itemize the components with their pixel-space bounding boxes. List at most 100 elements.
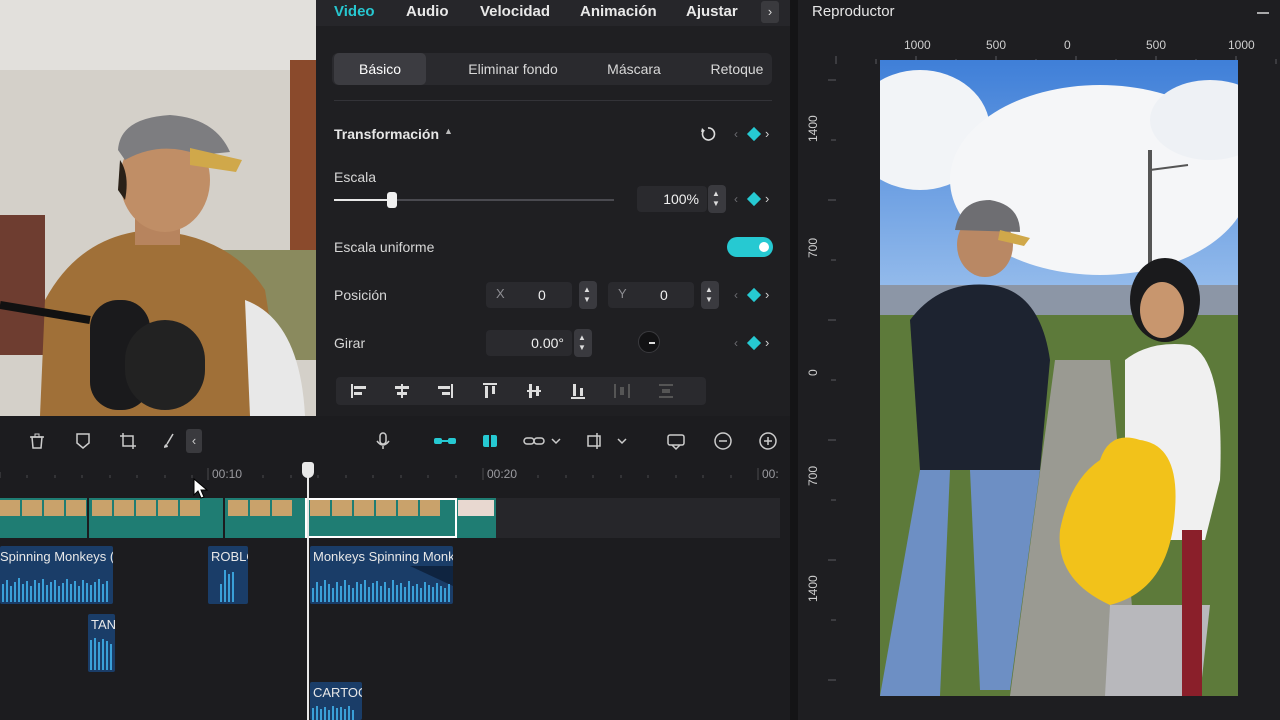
crop-icon[interactable] bbox=[117, 430, 139, 452]
position-x-field[interactable]: X 0 bbox=[486, 282, 572, 308]
align-top-icon[interactable] bbox=[468, 377, 512, 405]
align-bottom-icon[interactable] bbox=[556, 377, 600, 405]
align-left-icon[interactable] bbox=[336, 377, 380, 405]
main-track-magnet-icon[interactable] bbox=[432, 430, 458, 452]
tab-ajustar[interactable]: Ajustar bbox=[686, 3, 738, 20]
audio-clip[interactable]: ROBLO bbox=[208, 546, 248, 604]
webcam-overlay bbox=[0, 0, 316, 416]
subtab-mascara[interactable]: Máscara bbox=[590, 53, 678, 85]
tab-video[interactable]: Video bbox=[334, 3, 375, 20]
ruler-top-label: 1000 bbox=[904, 38, 931, 52]
audio-clip[interactable]: TAN bbox=[88, 614, 115, 672]
more-tabs-chevron-icon[interactable]: › bbox=[761, 1, 779, 23]
ruler-top-label: 1000 bbox=[1228, 38, 1255, 52]
ruler-left-label: 700 bbox=[806, 465, 820, 486]
position-y-label: Y bbox=[618, 286, 627, 301]
ruler-left-ticks bbox=[828, 79, 836, 681]
timeline-panel: ‹ 00:10 00:20 00: Spinning Monkeys (I RO… bbox=[0, 416, 790, 720]
tab-velocidad[interactable]: Velocidad bbox=[480, 3, 550, 20]
clip-label: ROBLO bbox=[211, 549, 248, 564]
subtitle-icon[interactable] bbox=[665, 430, 687, 452]
ruler-left-label: 700 bbox=[806, 237, 820, 258]
scale-slider[interactable] bbox=[334, 192, 614, 208]
preview-axis-icon[interactable] bbox=[586, 430, 628, 452]
collapse-triangle-icon[interactable]: ▲ bbox=[444, 126, 453, 136]
subtabs: Básico Eliminar fondo Máscara Retoque bbox=[332, 53, 772, 85]
timecode-label: 00:10 bbox=[212, 467, 243, 481]
distribute-v-icon[interactable] bbox=[644, 377, 688, 405]
scale-slider-fill bbox=[334, 199, 392, 201]
ruler-left-label: 0 bbox=[806, 369, 820, 376]
section-title-transformacion[interactable]: Transformación bbox=[334, 126, 439, 142]
position-y-value: 0 bbox=[660, 287, 668, 303]
timecode-label: 00: bbox=[762, 467, 779, 481]
scale-stepper[interactable]: ▲ ▼ bbox=[708, 185, 726, 213]
uniform-scale-toggle[interactable] bbox=[727, 237, 773, 257]
collapse-chevron-icon[interactable]: ‹ bbox=[186, 429, 202, 453]
microphone-icon[interactable] bbox=[372, 430, 394, 452]
position-x-stepper[interactable]: ▲ ▼ bbox=[579, 281, 597, 309]
keyframe-transform-icon[interactable]: ‹ › bbox=[734, 126, 774, 142]
reset-icon[interactable] bbox=[700, 126, 716, 142]
dial-tick bbox=[649, 342, 655, 344]
link-icon[interactable] bbox=[522, 430, 562, 452]
distribute-h-icon[interactable] bbox=[600, 377, 644, 405]
clip-label: Monkeys Spinning Monk bbox=[313, 549, 453, 564]
main-video-track[interactable] bbox=[0, 498, 780, 538]
position-y-stepper[interactable]: ▲ ▼ bbox=[701, 281, 719, 309]
timecode-label: 00:20 bbox=[487, 467, 518, 481]
time-ruler[interactable] bbox=[0, 466, 790, 480]
scale-slider-handle[interactable] bbox=[387, 192, 397, 208]
align-right-icon[interactable] bbox=[424, 377, 468, 405]
audio-clip[interactable]: Monkeys Spinning Monk bbox=[310, 546, 453, 604]
delete-icon[interactable] bbox=[26, 430, 48, 452]
auto-snap-icon[interactable] bbox=[477, 430, 503, 452]
rotate-dial[interactable] bbox=[638, 331, 660, 353]
tab-animacion[interactable]: Animación bbox=[580, 3, 657, 20]
audio-clip[interactable]: CARTOO bbox=[310, 682, 362, 720]
menu-icon[interactable] bbox=[1254, 4, 1272, 22]
align-center-v-icon[interactable] bbox=[512, 377, 556, 405]
clip-label: TAN bbox=[91, 617, 115, 632]
keyframe-scale-icon[interactable]: ‹ › bbox=[734, 191, 774, 207]
zoom-out-icon[interactable] bbox=[712, 430, 734, 452]
rotate-stepper[interactable]: ▲ ▼ bbox=[574, 329, 592, 357]
tab-audio[interactable]: Audio bbox=[406, 3, 449, 20]
ruler-left-label: 1400 bbox=[806, 575, 820, 602]
clip-label: CARTOO bbox=[313, 685, 362, 700]
scale-value-field[interactable]: 100% bbox=[637, 186, 707, 212]
shield-marker-icon[interactable] bbox=[72, 430, 94, 452]
timeline-toolbar: ‹ bbox=[0, 416, 790, 464]
playhead[interactable] bbox=[307, 462, 309, 720]
mouse-cursor-icon bbox=[193, 478, 209, 499]
playhead-handle[interactable] bbox=[302, 462, 314, 478]
align-center-h-icon[interactable] bbox=[380, 377, 424, 405]
audio-clip[interactable]: Spinning Monkeys (I bbox=[0, 546, 113, 604]
video-preview[interactable] bbox=[880, 60, 1238, 696]
zoom-in-icon[interactable] bbox=[757, 430, 779, 452]
subtab-basico[interactable]: Básico bbox=[334, 53, 426, 85]
scale-label: Escala bbox=[334, 169, 377, 185]
ruler-left-label: 1400 bbox=[806, 115, 820, 142]
properties-panel: Video Audio Velocidad Animación Ajustar … bbox=[316, 0, 790, 416]
position-label: Posición bbox=[334, 287, 387, 303]
uniform-scale-label: Escala uniforme bbox=[334, 239, 435, 255]
divider bbox=[334, 100, 772, 101]
player-panel: Reproductor 1000 500 0 500 1000 1400 700… bbox=[798, 0, 1280, 720]
player-title: Reproductor bbox=[812, 3, 895, 20]
ruler-top-label: 500 bbox=[986, 38, 1007, 52]
position-y-field[interactable]: Y 0 bbox=[608, 282, 694, 308]
toggle-knob bbox=[759, 242, 769, 252]
keyframe-position-icon[interactable]: ‹ › bbox=[734, 287, 774, 303]
align-toolbar bbox=[336, 377, 706, 405]
rotate-value-field[interactable]: 0.00° bbox=[486, 330, 572, 356]
brush-icon[interactable] bbox=[158, 430, 180, 452]
rotate-label: Girar bbox=[334, 335, 366, 351]
keyframe-rotate-icon[interactable]: ‹ › bbox=[734, 335, 774, 351]
subtab-retoque[interactable]: Retoque bbox=[690, 53, 784, 85]
properties-tabs: Video Audio Velocidad Animación Ajustar … bbox=[316, 0, 790, 26]
panel-separator[interactable] bbox=[790, 0, 798, 720]
subtab-eliminar-fondo[interactable]: Eliminar fondo bbox=[444, 53, 582, 85]
ruler-top-label: 500 bbox=[1146, 38, 1167, 52]
position-x-value: 0 bbox=[538, 287, 546, 303]
